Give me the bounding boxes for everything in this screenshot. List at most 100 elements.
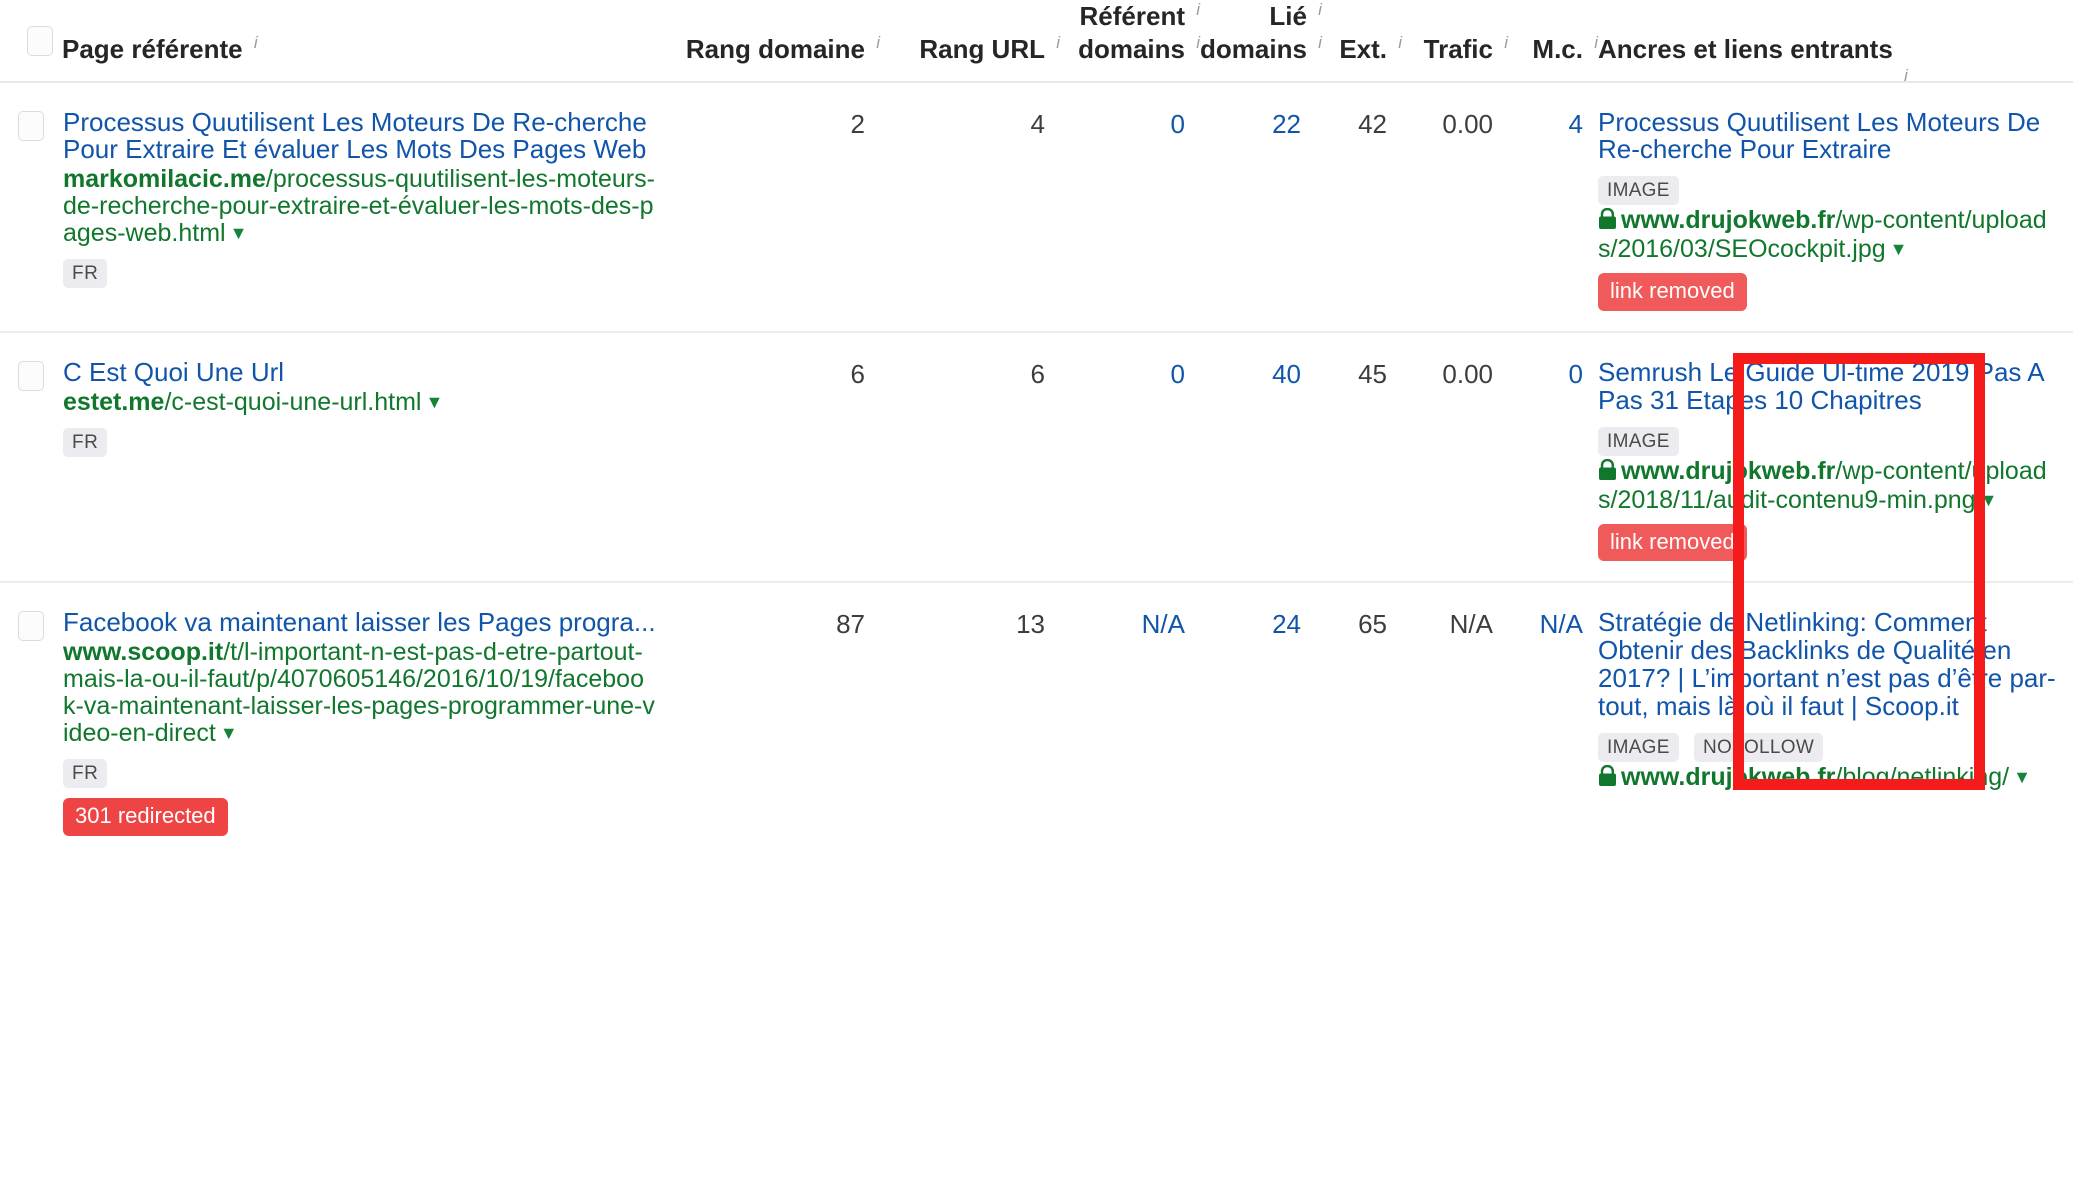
- referring-page-cell: C Est Quoi Une Url estet.me/c-est-quoi-u…: [62, 331, 682, 584]
- language-tag: FR: [63, 427, 108, 457]
- anchor-target-url[interactable]: www.drujokweb.fr/wp-content/uploads/2018…: [1598, 457, 2063, 514]
- chevron-down-icon[interactable]: ▼: [220, 723, 238, 743]
- header-row: Page référente i Rang domaine i Rang URL i …: [0, 0, 2073, 84]
- info-icon[interactable]: i: [1904, 67, 1908, 84]
- traffic-value: 0.00: [1402, 81, 1508, 333]
- header-lie-domains-line2: domains: [1200, 34, 1307, 65]
- header-referent-domains-line2: domains: [1078, 34, 1185, 65]
- anchor-title-link[interactable]: Processus Quutilisent Les Moteurs De Re-…: [1598, 108, 2063, 165]
- referring-page-cell: Facebook va maintenant laisser les Pages…: [62, 582, 682, 855]
- domain-rank-value: 2: [682, 81, 880, 333]
- anchor-block: Stratégie de Netlinking: Comment Obtenir…: [1598, 608, 2063, 793]
- row-checkbox[interactable]: [18, 110, 44, 141]
- anchors-and-backlinks-cell: Semrush Le Guide Ul-time 2019 Pas A Pas …: [1598, 331, 2073, 584]
- referring-page-title-link[interactable]: Processus Quutilisent Les Moteurs De Re-…: [63, 108, 656, 164]
- info-icon[interactable]: i: [1056, 34, 1060, 51]
- header-trafic-label: Trafic: [1423, 34, 1493, 65]
- header-ancres-label: Ancres et liens entrants: [1598, 34, 1893, 65]
- info-icon[interactable]: i: [1318, 34, 1322, 51]
- header-select-all-cell: [0, 0, 62, 83]
- lock-icon: [1598, 764, 1617, 793]
- table-row: Processus Quutilisent Les Moteurs De Re-…: [0, 81, 2073, 333]
- referring-page-domain: markomilacic.me: [63, 164, 266, 193]
- lock-icon: [1598, 207, 1617, 236]
- header-page-referente-label: Page référente: [62, 34, 243, 65]
- url-rank-value: 6: [880, 331, 1060, 584]
- header-referent-domains[interactable]: Référent i domains i: [1060, 0, 1200, 83]
- anchor-title-link[interactable]: Semrush Le Guide Ul-time 2019 Pas A Pas …: [1598, 358, 2063, 415]
- header-rang-url[interactable]: Rang URL i: [880, 0, 1060, 83]
- info-icon[interactable]: i: [254, 34, 258, 51]
- referring-page-url[interactable]: www.scoop.it/t/l-important-n-est-pas-d-e…: [63, 637, 656, 747]
- header-referent-domains-line1: Référent: [1079, 1, 1185, 31]
- status-badge: 301 redirected: [63, 797, 228, 836]
- chevron-down-icon[interactable]: ▼: [2013, 767, 2031, 787]
- header-rang-url-label: Rang URL: [919, 34, 1045, 65]
- table-row: C Est Quoi Une Url estet.me/c-est-quoi-u…: [0, 331, 2073, 584]
- backlinks-table-page: Page référente i Rang domaine i Rang URL i …: [0, 0, 2073, 1179]
- info-icon[interactable]: i: [1318, 1, 1322, 18]
- row-checkbox[interactable]: [18, 611, 44, 642]
- referring-page-domain: www.scoop.it: [63, 637, 224, 666]
- lock-icon: [1598, 458, 1617, 487]
- anchor-target-path: /blog/netlinking/: [1835, 762, 2010, 791]
- header-rang-domaine[interactable]: Rang domaine i: [682, 0, 880, 83]
- referring-domains-value[interactable]: 0: [1060, 81, 1200, 333]
- row-tags: FR: [63, 757, 656, 788]
- row-select-cell: [0, 582, 62, 855]
- select-all-checkbox[interactable]: [27, 26, 53, 57]
- traffic-value: 0.00: [1402, 331, 1508, 584]
- referring-page-url[interactable]: estet.me/c-est-quoi-une-url.html ▼: [63, 388, 656, 416]
- linked-domains-value[interactable]: 24: [1200, 582, 1316, 855]
- header-lie-domains-line1: Lié: [1269, 1, 1307, 31]
- keywords-value[interactable]: 0: [1508, 331, 1598, 584]
- row-checkbox[interactable]: [18, 360, 44, 391]
- referring-domains-value[interactable]: 0: [1060, 331, 1200, 584]
- linked-domains-value[interactable]: 40: [1200, 331, 1316, 584]
- chevron-down-icon[interactable]: ▼: [1980, 490, 1998, 510]
- referring-page-title-link[interactable]: C Est Quoi Une Url: [63, 358, 656, 387]
- info-icon[interactable]: i: [1398, 34, 1402, 51]
- row-select-cell: [0, 331, 62, 584]
- anchor-target-domain: www.drujokweb.fr: [1621, 762, 1836, 791]
- row-tags: FR: [63, 257, 656, 288]
- referring-domains-value[interactable]: N/A: [1060, 582, 1200, 855]
- anchor-title-link[interactable]: Stratégie de Netlinking: Comment Obtenir…: [1598, 608, 2063, 720]
- header-lie-domains[interactable]: Lié i domains i: [1200, 0, 1322, 83]
- traffic-value: N/A: [1449, 609, 1493, 640]
- anchor-block: Semrush Le Guide Ul-time 2019 Pas A Pas …: [1598, 358, 2063, 562]
- header-page-referente[interactable]: Page référente i: [62, 0, 682, 83]
- row-select-cell: [0, 81, 62, 333]
- info-icon[interactable]: i: [876, 34, 880, 51]
- ext-value: 45: [1316, 331, 1402, 584]
- ext-value: 42: [1316, 81, 1402, 333]
- chevron-down-icon[interactable]: ▼: [425, 392, 443, 412]
- anchor-type-tag: IMAGE: [1598, 176, 1679, 206]
- header-mc-label: M.c.: [1532, 34, 1583, 65]
- link-removed-badge: link removed: [1598, 523, 1747, 562]
- header-rang-domaine-label: Rang domaine: [685, 34, 865, 65]
- url-rank-value: 13: [1016, 609, 1045, 640]
- referring-page-url[interactable]: markomilacic.me/processus-quutilisent-le…: [63, 164, 656, 247]
- header-ancres-liens-entrants[interactable]: Ancres et liens entrants i: [1598, 0, 2073, 84]
- keywords-value[interactable]: N/A: [1508, 582, 1598, 855]
- backlinks-table: Page référente i Rang domaine i Rang URL i …: [0, 0, 2073, 856]
- anchors-and-backlinks-cell: Processus Quutilisent Les Moteurs De Re-…: [1598, 81, 2073, 333]
- keywords-value[interactable]: 4: [1508, 81, 1598, 333]
- url-rank-value: 4: [880, 81, 1060, 333]
- chevron-down-icon[interactable]: ▼: [230, 223, 248, 243]
- header-ext[interactable]: Ext. i: [1316, 0, 1402, 83]
- referring-page-title-link[interactable]: Facebook va maintenant laisser les Pages…: [63, 609, 656, 637]
- link-removed-badge: link removed: [1598, 273, 1747, 311]
- anchor-tags: IMAGE: [1598, 174, 2063, 206]
- chevron-down-icon[interactable]: ▼: [1890, 239, 1908, 259]
- info-icon[interactable]: i: [1504, 34, 1508, 51]
- domain-rank-value: 6: [682, 331, 880, 584]
- header-trafic[interactable]: Trafic i: [1402, 0, 1508, 83]
- anchor-target-url[interactable]: www.drujokweb.fr/blog/netlinking/▼: [1598, 762, 2063, 793]
- header-mc[interactable]: M.c. i: [1508, 0, 1598, 83]
- anchor-target-url[interactable]: www.drujokweb.fr/wp-content/uploads/2016…: [1598, 207, 2063, 263]
- linked-domains-value[interactable]: 22: [1200, 81, 1316, 333]
- anchors-and-backlinks-cell: Stratégie de Netlinking: Comment Obtenir…: [1598, 582, 2073, 855]
- table-header: Page référente i Rang domaine i Rang URL i …: [0, 0, 2073, 84]
